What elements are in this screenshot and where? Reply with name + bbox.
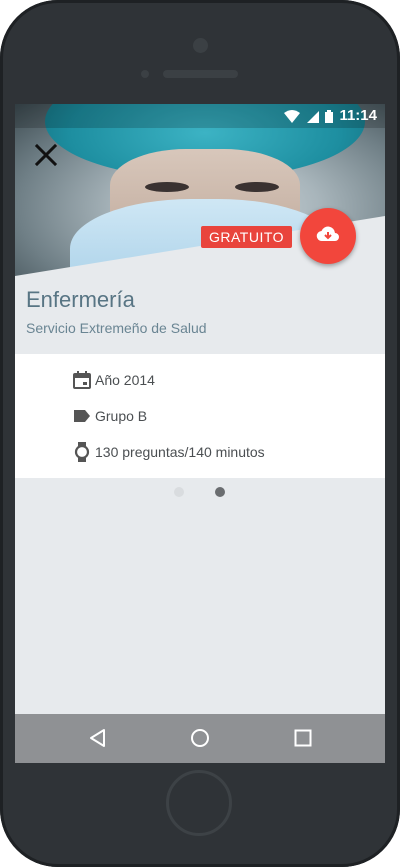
status-time: 11:14 [339,107,377,124]
earpiece-speaker [163,70,238,78]
calendar-icon [73,370,91,390]
recents-icon[interactable] [293,728,313,748]
wifi-icon [284,110,301,124]
hardware-home-button[interactable] [166,770,232,836]
status-bar: 11:14 [15,104,385,128]
back-icon[interactable] [88,728,108,748]
phone-frame: 11:14 GRATUITO Enfermería Servicio Extre… [0,0,400,867]
label-icon [73,406,91,426]
page-subtitle: Servicio Extremeño de Salud [26,320,207,336]
close-icon [34,143,58,167]
page-indicator [15,487,385,497]
watch-icon [73,442,91,462]
page-title: Enfermería [26,287,135,312]
front-camera [193,38,208,53]
close-button[interactable] [31,140,61,170]
price-badge: GRATUITO [201,226,293,248]
home-icon[interactable] [190,728,210,748]
status-icons [284,109,333,124]
info-questions: 130 preguntas/140 minutos [95,444,265,460]
info-row-year: Año 2014 [73,369,155,391]
info-card: Año 2014 Grupo B 130 preguntas/140 minut… [15,354,385,478]
info-row-questions: 130 preguntas/140 minutos [73,441,265,463]
android-nav-bar [15,714,385,763]
page-dot-1[interactable] [174,487,184,497]
page-dot-2[interactable] [215,487,225,497]
download-button[interactable] [300,208,356,264]
proximity-sensor [141,70,149,78]
cloud-download-icon [316,226,339,242]
signal-icon [306,110,319,123]
battery-icon [325,110,333,124]
info-group: Grupo B [95,408,148,424]
app-screen: 11:14 GRATUITO Enfermería Servicio Extre… [15,104,385,763]
info-row-group: Grupo B [73,405,147,427]
info-year: Año 2014 [95,372,155,388]
